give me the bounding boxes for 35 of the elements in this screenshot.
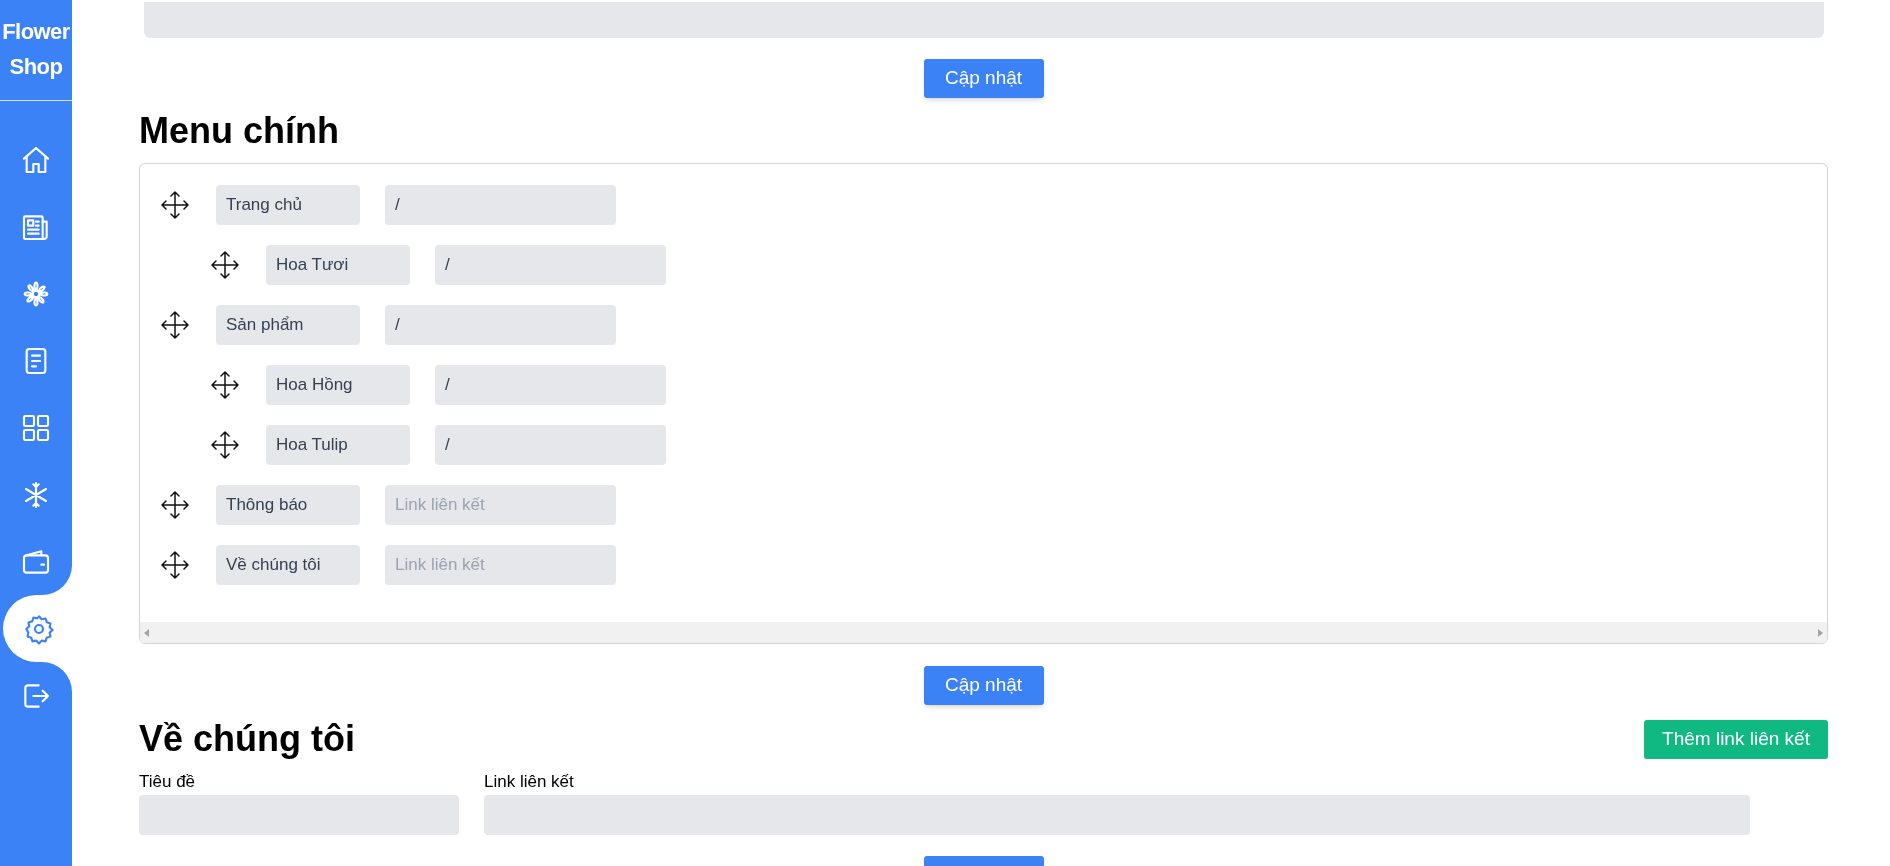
menu-link-field[interactable]: /	[385, 185, 616, 225]
move-icon[interactable]	[210, 370, 240, 400]
field-label: Link liên kết	[484, 771, 575, 793]
menu-link-field[interactable]: Link liên kết	[385, 545, 616, 585]
menu-link-field[interactable]: /	[435, 365, 666, 405]
scroll-left-icon[interactable]	[144, 628, 150, 637]
menu-label-field[interactable]: Hoa Tươi	[266, 245, 410, 285]
menu-label-field[interactable]: Sản phẩm	[216, 305, 360, 345]
move-icon[interactable]	[160, 490, 190, 520]
menu-link-field[interactable]: /	[435, 425, 666, 465]
menu-label-field[interactable]: Hoa Tulip	[266, 425, 410, 465]
menu-label-field[interactable]: Trang chủ	[216, 185, 360, 225]
menu-label-field[interactable]: Thông báo	[216, 485, 360, 525]
settings-icon	[23, 612, 55, 645]
field-label: Tiêu đề	[139, 771, 197, 793]
menu-link-field[interactable]: /	[385, 305, 616, 345]
scroll-right-icon[interactable]	[1817, 628, 1823, 637]
section-heading: Menu chính	[139, 111, 340, 151]
section-heading: Về chúng tôi	[139, 719, 355, 759]
input-field[interactable]	[144, 2, 1824, 38]
move-icon[interactable]	[160, 310, 190, 340]
input-field[interactable]	[484, 795, 1750, 835]
move-icon[interactable]	[160, 550, 190, 580]
menu-label-field[interactable]: Về chúng tôi	[216, 545, 360, 585]
move-icon[interactable]	[160, 190, 190, 220]
menu-link-field[interactable]: /	[435, 245, 666, 285]
menu-label-field[interactable]: Hoa Hồng	[266, 365, 410, 405]
move-icon[interactable]	[210, 430, 240, 460]
logo: Flower Shop	[1, 18, 71, 81]
input-field[interactable]	[139, 795, 459, 835]
move-icon[interactable]	[210, 250, 240, 280]
update-button[interactable]: Cập nhật	[923, 59, 1044, 98]
menu-link-field[interactable]: Link liên kết	[385, 485, 616, 525]
horizontal-scrollbar[interactable]	[140, 622, 1827, 643]
update-button[interactable]: Cập nhật	[923, 666, 1044, 705]
